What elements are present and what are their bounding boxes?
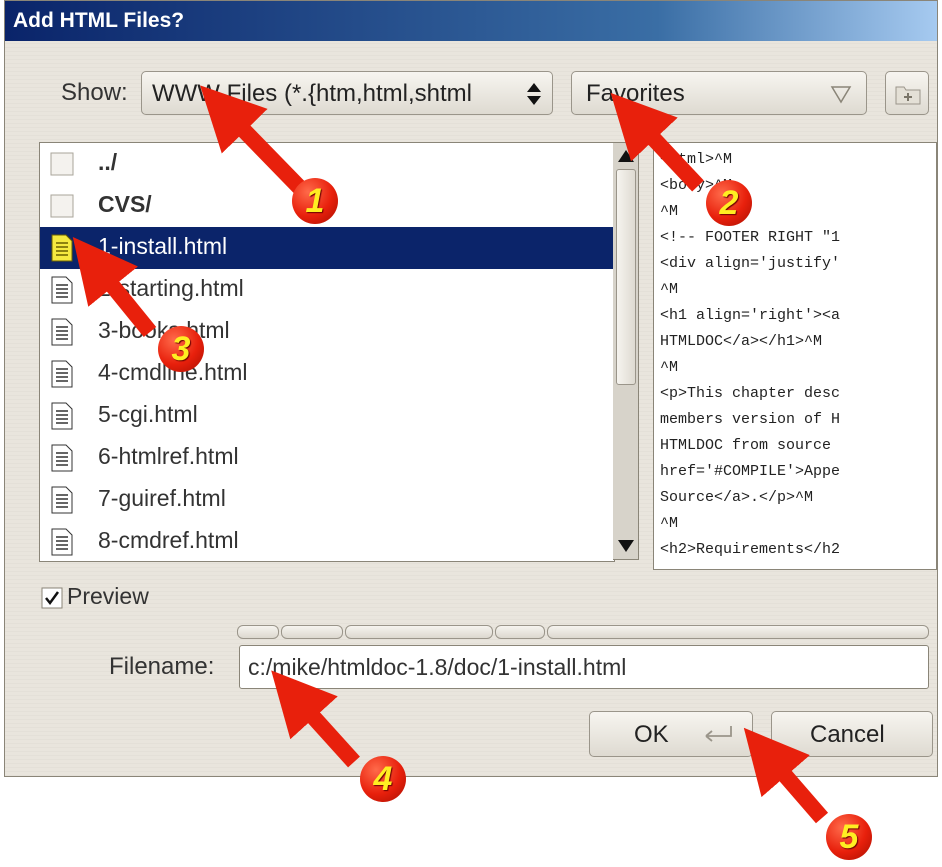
- annotation-arrow-5: [743, 727, 829, 824]
- annotation-arrow-4: [271, 670, 360, 768]
- annotation-arrows: [72, 85, 829, 824]
- annotation-arrow-2: [610, 92, 704, 192]
- annotation-badge-2: 2: [706, 180, 752, 226]
- annotation-badge-1: 1: [292, 178, 338, 224]
- annotation-badge-4: 4: [360, 756, 406, 802]
- annotation-badge-3: 3: [158, 326, 204, 372]
- annotation-badge-5: 5: [826, 814, 872, 860]
- annotation-arrow-3: [72, 236, 157, 338]
- annotation-arrow-1: [200, 85, 306, 194]
